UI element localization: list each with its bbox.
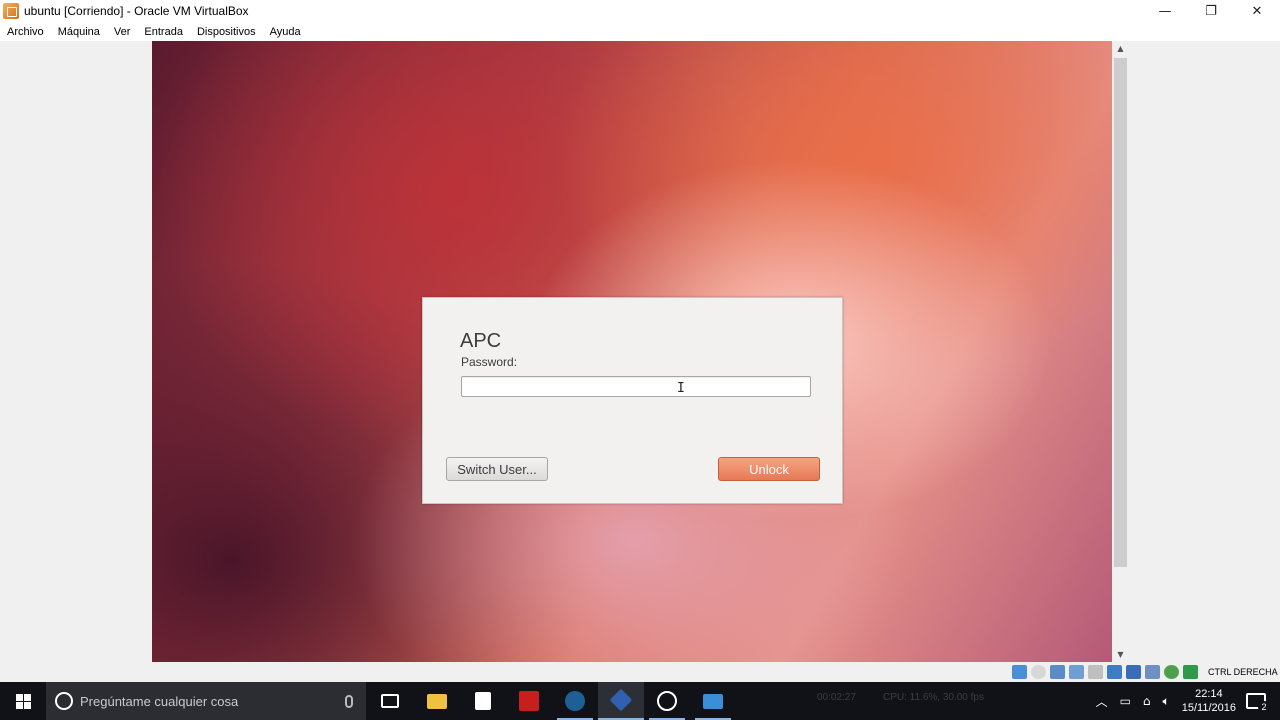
taskbar-file-explorer[interactable] [414,682,460,720]
window-controls: — ❐ ✕ [1142,0,1280,22]
overlay-timer: 00:02:27 [817,692,856,703]
overlay-stats: CPU: 11.6%, 30.00 fps [883,692,984,703]
close-button[interactable]: ✕ [1234,0,1280,22]
taskbar-store[interactable] [460,682,506,720]
host-key-label: CTRL DERECHA [1208,667,1278,677]
network-tray-icon[interactable]: ⌂ [1143,694,1151,708]
cortana-search-box[interactable]: Pregúntame cualquier cosa [46,682,366,720]
username-label: APC [460,330,502,352]
battery-icon[interactable]: ▭ [1120,694,1131,708]
scroll-thumb[interactable] [1114,58,1127,567]
shared-folders-icon[interactable] [1107,665,1122,679]
minimize-button[interactable]: — [1142,0,1188,22]
task-view-button[interactable] [367,682,413,720]
vm-status-bar: CTRL DERECHA [0,662,1280,682]
password-label: Password: [461,355,518,369]
usb-icon[interactable] [1088,665,1103,679]
taskbar-steam[interactable] [552,682,598,720]
virtualbox-app-icon [3,3,19,19]
task-view-icon [381,694,399,708]
virtualbox-icon [609,688,633,712]
taskbar-remote-desktop[interactable] [690,682,736,720]
obs-icon [657,691,677,711]
start-button[interactable] [0,682,46,720]
menu-ver[interactable]: Ver [114,26,131,38]
menu-maquina[interactable]: Máquina [58,26,100,38]
scroll-up-icon[interactable]: ▲ [1112,41,1129,56]
search-placeholder: Pregúntame cualquier cosa [80,693,239,709]
window-title: ubuntu [Corriendo] - Oracle VM VirtualBo… [24,4,249,18]
menu-archivo[interactable]: Archivo [7,26,44,38]
unlock-button[interactable]: Unlock [718,457,820,481]
restore-button[interactable]: ❐ [1188,0,1234,22]
vertical-scrollbar[interactable]: ▲ ▼ [1112,41,1129,662]
menu-entrada[interactable]: Entrada [144,26,183,38]
menu-bar: Archivo Máquina Ver Entrada Dispositivos… [0,22,1280,41]
title-bar: ubuntu [Corriendo] - Oracle VM VirtualBo… [0,0,1280,22]
steam-icon [565,691,585,711]
network-icon[interactable] [1069,665,1084,679]
unlock-dialog: APC Password: I Switch User... Unlock [422,297,843,504]
microphone-icon[interactable] [345,694,353,708]
switch-user-button[interactable]: Switch User... [446,457,548,481]
taskbar-obs[interactable] [644,682,690,720]
mouse-integration-icon[interactable] [1183,665,1198,679]
file-explorer-icon [427,693,447,709]
store-icon [475,692,491,710]
text-cursor-icon: I [677,381,685,396]
volume-icon[interactable]: 🔈︎ [1163,694,1170,709]
menu-dispositivos[interactable]: Dispositivos [197,26,256,38]
clock-time: 22:14 [1195,688,1223,700]
windows-taskbar: Pregúntame cualquier cosa 00:02:27 CPU: … [0,682,1280,720]
system-tray: ︿ ▭ ⌂ 🔈︎ 22:14 15/11/2016 2 [1090,682,1280,720]
hard-disk-icon[interactable] [1012,665,1027,679]
show-hidden-icons-icon[interactable]: ︿ [1096,693,1108,710]
cortana-icon [55,692,73,710]
scroll-down-icon[interactable]: ▼ [1112,647,1129,662]
system-clock[interactable]: 22:14 15/11/2016 [1182,687,1236,715]
cpu-icon[interactable] [1164,665,1179,679]
windows-logo-icon [15,693,31,709]
menu-ayuda[interactable]: Ayuda [270,26,301,38]
clock-date: 15/11/2016 [1181,702,1236,714]
taskbar-virtualbox[interactable] [598,682,644,720]
display-icon[interactable] [1126,665,1141,679]
taskbar-red-app[interactable] [506,682,552,720]
video-capture-icon[interactable] [1145,665,1160,679]
red-app-icon [519,691,539,711]
action-center-icon[interactable]: 2 [1246,693,1270,713]
notification-count: 2 [1258,701,1270,713]
password-input[interactable] [461,376,811,397]
remote-desktop-icon [703,693,723,709]
status-icons [1012,665,1202,679]
audio-icon[interactable] [1050,665,1065,679]
optical-drive-icon[interactable] [1031,665,1046,679]
